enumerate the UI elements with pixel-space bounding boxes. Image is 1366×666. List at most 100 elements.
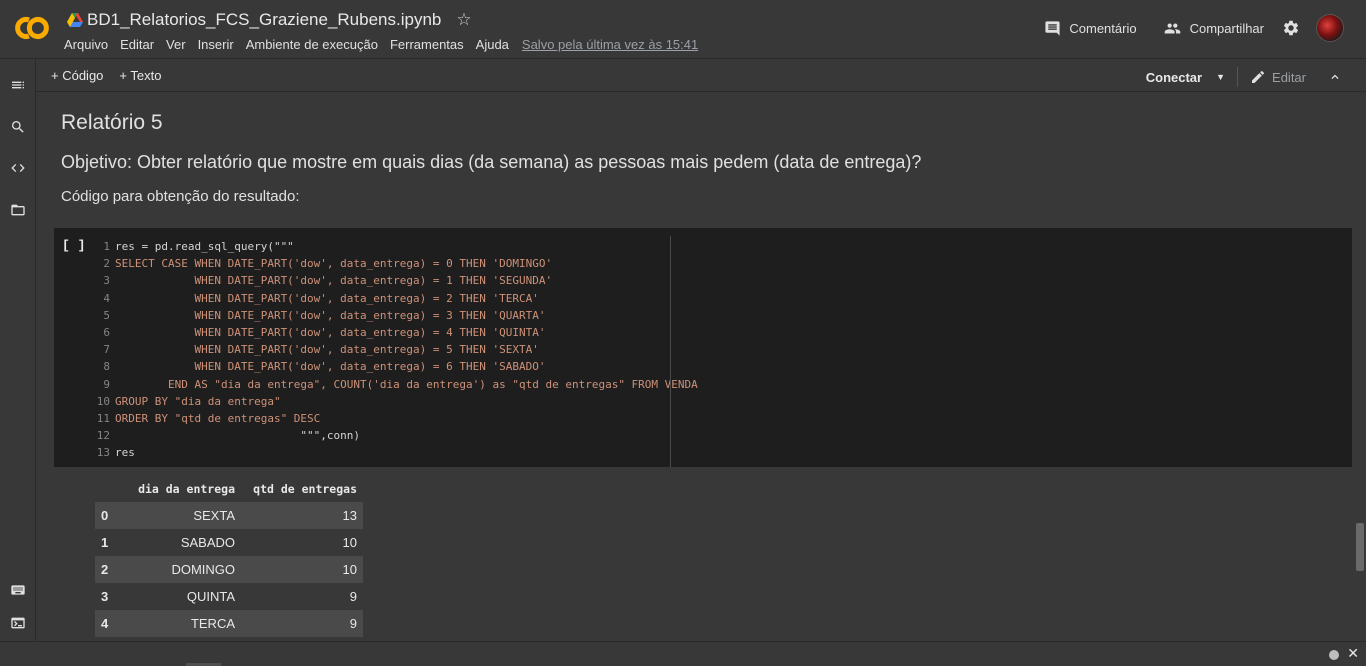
table-row: 0 SEXTA 13 [95, 502, 363, 529]
table-of-contents-icon[interactable] [10, 77, 26, 93]
line-number: 1 [103, 240, 110, 253]
star-icon[interactable]: ☆ [456, 10, 471, 30]
people-icon [1164, 23, 1180, 33]
menu-item-editar[interactable]: Editar [120, 37, 154, 52]
code-line: 9 END AS "dia da entrega", COUNT('dia da… [92, 376, 698, 393]
cell-dia: QUINTA [186, 589, 235, 604]
colab-logo[interactable] [13, 14, 51, 42]
left-rail [0, 59, 36, 641]
connect-label: Conectar [1145, 69, 1203, 85]
scrollbar-thumb[interactable] [1356, 523, 1364, 571]
share-label: Compartilhar [1189, 20, 1264, 36]
code-line: 8 WHEN DATE_PART('dow', data_entrega) = … [92, 358, 698, 375]
table-row: 2 DOMINGO 10 [95, 556, 363, 583]
code-text: """,conn) [115, 429, 361, 443]
add-code-button[interactable]: + Código [51, 68, 103, 83]
code-text: GROUP BY "dia da entrega" [115, 394, 281, 408]
edit-label: Editar [1272, 69, 1306, 85]
cell-dia: SABADO [180, 535, 235, 550]
column-header-qtd: qtd de entregas [253, 481, 357, 496]
notebook-title[interactable]: BD1_Relatorios_FCS_Graziene_Rubens.ipynb [87, 10, 441, 30]
cell-qtd: 10 [342, 535, 357, 550]
cell-dia: DOMINGO [117, 556, 241, 583]
objective-heading: Objetivo: Obter relatório que mostre em … [61, 152, 922, 172]
menu-item-ambiente[interactable]: Ambiente de execução [246, 37, 378, 52]
code-line: 3 WHEN DATE_PART('dow', data_entrega) = … [92, 272, 698, 289]
chevron-up-icon[interactable] [1328, 70, 1342, 84]
line-number: 10 [96, 394, 110, 408]
code-line: 2 SELECT CASE WHEN DATE_PART('dow', data_… [92, 255, 698, 272]
code-text: END AS "dia da entrega", COUNT('dia da e… [115, 377, 698, 391]
line-number: 13 [96, 446, 110, 460]
table-row: 3 QUINTA 9 [95, 583, 363, 610]
code-text: WHEN DATE_PART('dow', data_entrega) = 5 … [115, 343, 539, 357]
close-icon[interactable]: ✕ [1347, 645, 1359, 662]
comment-label: Comentário [1069, 20, 1137, 36]
app-header: BD1_Relatorios_FCS_Graziene_Rubens.ipynb… [0, 0, 1366, 59]
comment-button[interactable]: Comentário [1044, 20, 1137, 37]
line-number: 11 [96, 412, 110, 426]
menu-item-ver[interactable]: Ver [166, 37, 186, 52]
code-line: 13 res [92, 444, 698, 461]
menu-item-arquivo[interactable]: Arquivo [64, 37, 108, 52]
code-line: 11 ORDER BY "qtd de entregas" DESC [92, 410, 698, 427]
add-text-button[interactable]: + Texto [119, 68, 161, 83]
line-number: 5 [103, 308, 110, 322]
menu-item-ferramentas[interactable]: Ferramentas [390, 37, 464, 52]
menu-item-inserir[interactable]: Inserir [198, 37, 234, 52]
column-header-dia: dia da entrega [138, 481, 235, 496]
avatar[interactable] [1316, 14, 1344, 42]
row-index: 0 [95, 502, 117, 529]
files-icon[interactable] [10, 202, 26, 218]
code-text: WHEN DATE_PART('dow', data_entrega) = 6 … [115, 360, 546, 374]
code-line: 7 WHEN DATE_PART('dow', data_entrega) = … [92, 341, 698, 358]
code-line: 12 """,conn) [92, 427, 698, 444]
line-number: 12 [96, 429, 110, 443]
index-header [95, 475, 117, 502]
saved-status-link[interactable]: Salvo pela última vez às 15:41 [522, 37, 698, 52]
comment-icon [1045, 20, 1060, 36]
menu-item-ajuda[interactable]: Ajuda [476, 37, 509, 52]
connect-button[interactable]: Conectar ▼ [1146, 70, 1225, 85]
notebook-main: Relatório 5 Objetivo: Obter relatório qu… [36, 92, 1354, 641]
row-index: 3 [101, 589, 109, 604]
table-row: 1 SABADO 10 [95, 529, 363, 556]
code-line: 10 GROUP BY "dia da entrega" [92, 393, 698, 410]
drive-icon[interactable] [67, 13, 83, 27]
notebook-toolbar: + Código + Texto Conectar ▼ Editar [36, 59, 1366, 92]
line-length-ruler [670, 236, 671, 467]
code-line: 4 WHEN DATE_PART('dow', data_entrega) = … [92, 290, 698, 307]
edit-button[interactable]: Editar [1250, 69, 1306, 85]
code-editor[interactable]: 1 res = pd.read_sql_query(""" 2 SELECT CASE… [92, 238, 698, 462]
line-number: 2 [103, 257, 110, 271]
code-cell[interactable]: [ ] 1 res = pd.read_sql_query(""" 2 SELECT … [54, 228, 1352, 467]
row-index: 2 [95, 556, 117, 583]
code-text: WHEN DATE_PART('dow', data_entrega) = 3 … [115, 308, 546, 322]
line-number: 9 [103, 377, 110, 391]
status-dot-icon [1329, 650, 1339, 660]
pencil-icon [1252, 70, 1265, 83]
gear-icon[interactable] [1282, 19, 1300, 37]
line-number: 4 [103, 291, 110, 305]
code-line: 6 WHEN DATE_PART('dow', data_entrega) = … [92, 324, 698, 341]
line-number: 3 [103, 274, 110, 288]
run-cell-button[interactable]: [ ] [62, 238, 85, 253]
terminal-icon[interactable] [10, 615, 26, 631]
share-button[interactable]: Compartilhar [1163, 20, 1264, 37]
code-text: WHEN DATE_PART('dow', data_entrega) = 4 … [115, 326, 546, 340]
code-text: WHEN DATE_PART('dow', data_entrega) = 2 … [115, 291, 539, 305]
status-bar: ✕ [0, 641, 1366, 666]
chevron-down-icon[interactable]: ▼ [1216, 72, 1225, 82]
line-number: 7 [103, 343, 110, 357]
command-palette-icon[interactable] [10, 582, 26, 598]
code-snippets-icon[interactable] [10, 160, 26, 176]
code-text: SELECT CASE WHEN DATE_PART('dow', data_e… [115, 257, 553, 271]
section-heading: Relatório 5 [61, 111, 163, 134]
output-dataframe: dia da entrega qtd de entregas 0 SEXTA 13 1… [95, 475, 363, 637]
code-line: 1 res = pd.read_sql_query(""" [92, 238, 698, 255]
cell-qtd: 9 [241, 610, 363, 637]
code-intro-text: Código para obtenção do resultado: [61, 188, 300, 205]
search-icon[interactable] [10, 119, 26, 135]
cell-qtd: 9 [349, 589, 357, 604]
cell-dia: SEXTA [117, 502, 241, 529]
